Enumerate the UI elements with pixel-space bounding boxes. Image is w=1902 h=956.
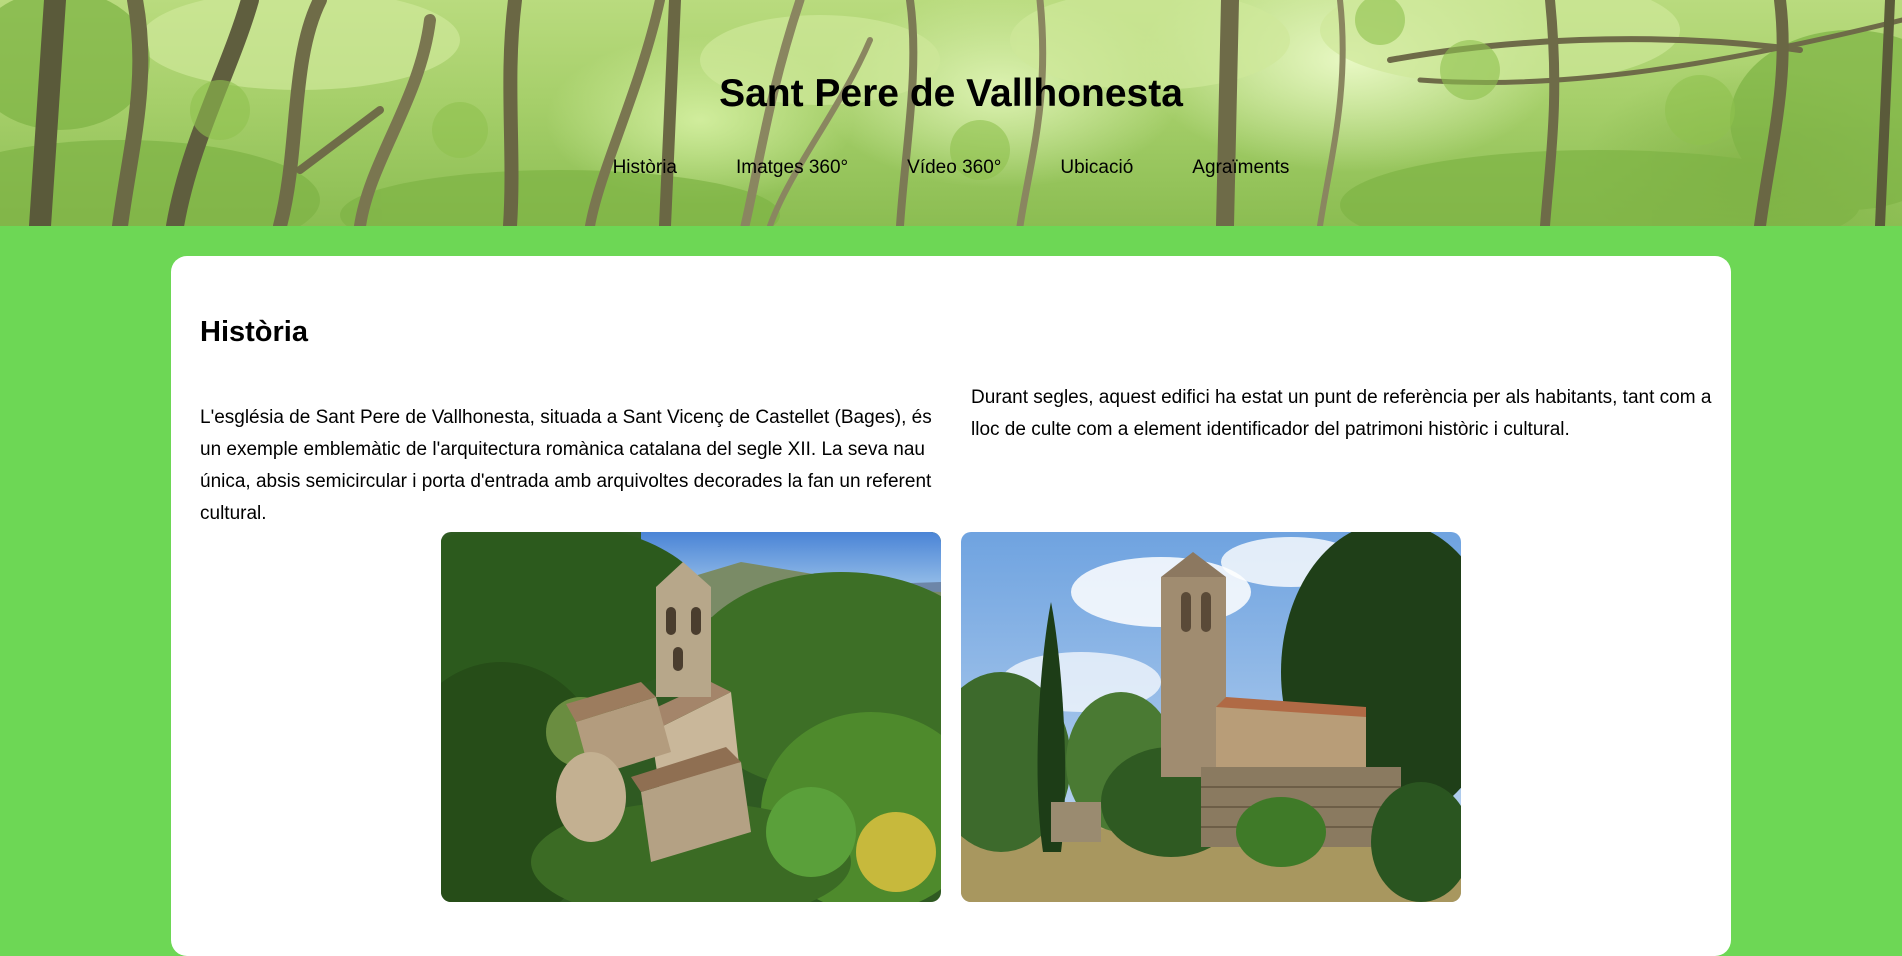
nav-link-video-360[interactable]: Vídeo 360° — [907, 157, 1001, 179]
history-paragraph-left: L'església de Sant Pere de Vallhonesta, … — [200, 407, 932, 524]
history-paragraph-right: Durant segles, aquest edifici ha estat u… — [971, 387, 1712, 440]
section-heading: Història — [200, 316, 308, 348]
church-aerial-photo — [441, 532, 941, 902]
content-card: Història L'església de Sant Pere de Vall… — [171, 256, 1731, 956]
nav-link-historia[interactable]: Història — [613, 157, 677, 179]
main-navigation: Història Imatges 360° Vídeo 360° Ubicaci… — [0, 157, 1902, 179]
nav-link-agraiments[interactable]: Agraïments — [1192, 157, 1289, 179]
nav-link-imatges-360[interactable]: Imatges 360° — [736, 157, 848, 179]
church-belltower-photo — [961, 532, 1461, 902]
hero-header: Sant Pere de Vallhonesta Història Imatge… — [0, 0, 1902, 226]
nav-link-ubicacio[interactable]: Ubicació — [1060, 157, 1133, 179]
site-title: Sant Pere de Vallhonesta — [719, 72, 1183, 115]
